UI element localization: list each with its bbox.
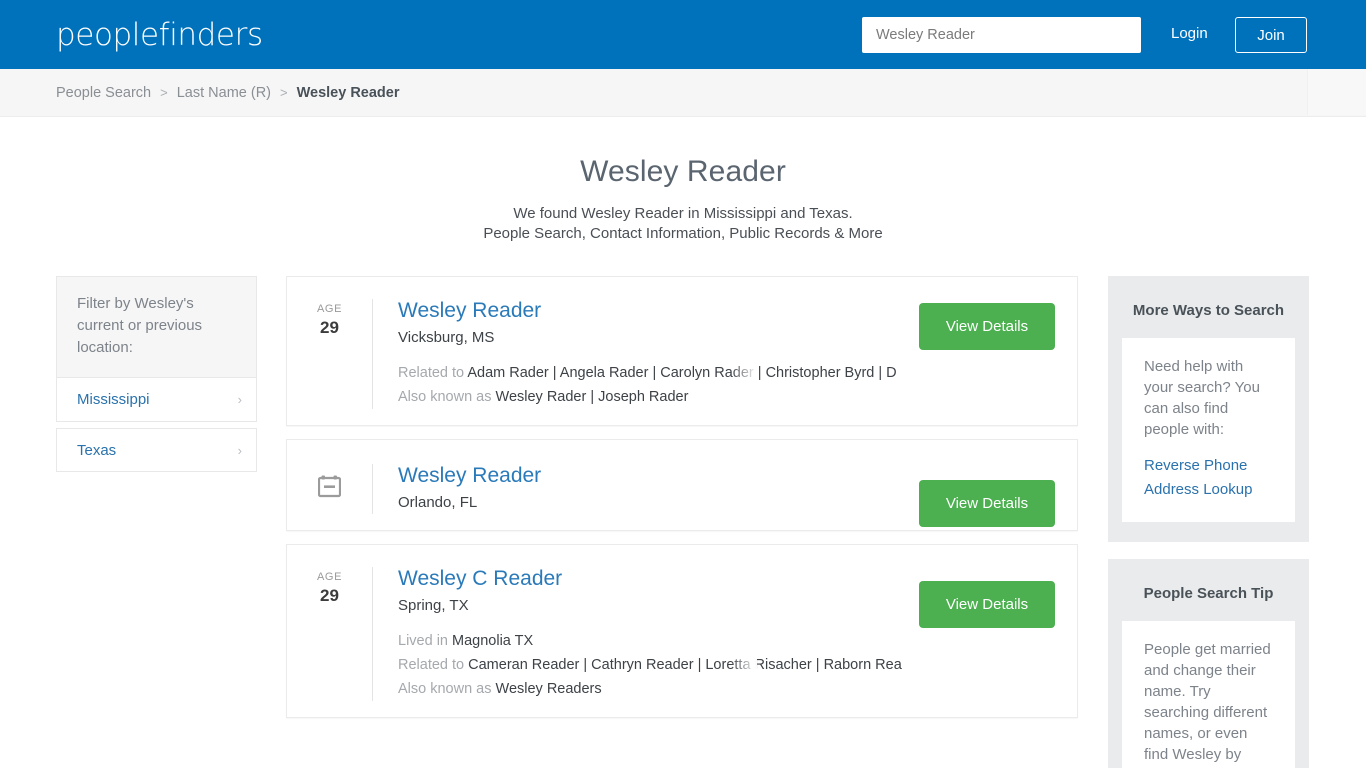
calendar-icon	[317, 475, 342, 504]
filter-item-label: Mississippi	[77, 391, 150, 408]
meta-value: Adam Rader | Angela Rader | Carolyn Rade…	[467, 365, 897, 381]
filter-item-label: Texas	[77, 441, 117, 459]
result-card[interactable]: Wesley Reader Orlando, FL View Details	[286, 439, 1078, 531]
meta-value: Wesley Rader | Joseph Rader	[495, 389, 689, 405]
page-header: Wesley Reader We found Wesley Reader in …	[0, 117, 1366, 243]
subtitle-line-2: People Search, Contact Information, Publ…	[483, 224, 883, 242]
tip-text: People get married and change their name…	[1144, 641, 1271, 768]
location-filter-panel: Filter by Wesley's current or previous l…	[56, 276, 257, 472]
filter-item-texas[interactable]: Texas ›	[56, 428, 257, 472]
chevron-right-icon: ›	[237, 392, 242, 407]
breadcrumb-bar: People Search > Last Name (R) > Wesley R…	[0, 69, 1366, 117]
meta-label: Related to	[398, 657, 465, 673]
breadcrumb-item-people-search[interactable]: People Search	[56, 85, 151, 101]
view-details-button[interactable]: View Details	[919, 581, 1055, 628]
person-name-link[interactable]: Wesley Reader	[398, 297, 541, 325]
meta-row: Also known as Wesley Rader | Joseph Rade…	[398, 385, 917, 409]
age-label: AGE	[316, 571, 343, 583]
person-info: Wesley Reader Vicksburg, MS Related to A…	[373, 297, 917, 409]
meta-row: Lived in Magnolia TX	[398, 629, 917, 653]
chevron-right-icon: ›	[237, 442, 242, 458]
person-location: Orlando, FL	[398, 494, 478, 511]
result-card[interactable]: AGE 29 Wesley Reader Vicksburg, MS Relat…	[286, 276, 1078, 426]
people-search-tip-box: People Search Tip People get married and…	[1108, 559, 1309, 768]
breadcrumb: People Search > Last Name (R) > Wesley R…	[56, 69, 400, 116]
meta-label: Lived in	[398, 633, 448, 649]
person-location: Spring, TX	[398, 597, 469, 614]
more-ways-title: More Ways to Search	[1132, 302, 1285, 319]
meta-row: Related to Cameran Reader | Cathryn Read…	[398, 653, 917, 677]
view-details-button[interactable]: View Details	[919, 303, 1055, 350]
age-column	[287, 462, 372, 514]
meta-row: Related to Adam Rader | Angela Rader | C…	[398, 361, 917, 385]
age-column: AGE 29	[287, 297, 372, 409]
filter-heading: Filter by Wesley's current or previous l…	[56, 276, 257, 378]
filter-item-mississippi[interactable]: Mississippi ›	[56, 378, 257, 422]
person-meta: Related to Adam Rader | Angela Rader | C…	[398, 361, 917, 409]
age-label: AGE	[316, 303, 343, 315]
person-info: Wesley C Reader Spring, TX Lived in Magn…	[373, 565, 917, 701]
more-ways-to-search-box: More Ways to Search Need help with your …	[1108, 276, 1309, 542]
breadcrumb-item-last-name[interactable]: Last Name (R)	[177, 85, 271, 101]
address-lookup-link[interactable]: Address Lookup	[1144, 478, 1273, 502]
person-info: Wesley Reader Orlando, FL	[373, 462, 917, 514]
results-list: AGE 29 Wesley Reader Vicksburg, MS Relat…	[286, 276, 1078, 731]
person-meta: Lived in Magnolia TX Related to Cameran …	[398, 629, 917, 701]
site-logo[interactable]: peoplefinders	[56, 16, 263, 54]
result-card[interactable]: AGE 29 Wesley C Reader Spring, TX Lived …	[286, 544, 1078, 718]
action-column: View Details	[917, 462, 1077, 527]
join-button[interactable]: Join	[1235, 17, 1307, 53]
age-value: 29	[320, 318, 339, 337]
login-link[interactable]: Login	[1171, 25, 1208, 42]
view-details-button[interactable]: View Details	[919, 480, 1055, 527]
site-header: peoplefinders Login Join	[0, 0, 1366, 69]
age-column: AGE 29	[287, 565, 372, 701]
meta-row: Also known as Wesley Readers	[398, 677, 917, 701]
page-subtitle: We found Wesley Reader in Mississippi an…	[0, 204, 1366, 243]
person-name-link[interactable]: Wesley Reader	[398, 462, 541, 490]
meta-label: Also known as	[398, 681, 492, 697]
age-value: 29	[320, 586, 339, 605]
right-sidebar: More Ways to Search Need help with your …	[1108, 276, 1309, 768]
reverse-phone-link[interactable]: Reverse Phone	[1144, 454, 1273, 478]
breadcrumb-separator: >	[160, 85, 168, 100]
breadcrumb-item-current: Wesley Reader	[296, 84, 400, 101]
meta-label: Also known as	[398, 389, 492, 405]
page-title: Wesley Reader	[580, 155, 786, 188]
action-column: View Details	[917, 565, 1077, 701]
subtitle-line-1: We found Wesley Reader in Mississippi an…	[513, 205, 853, 222]
meta-label: Related to	[398, 365, 465, 381]
more-ways-text: Need help with your search? You can also…	[1144, 358, 1260, 438]
person-location: Vicksburg, MS	[398, 329, 495, 346]
meta-value: Wesley Readers	[495, 681, 602, 697]
action-column: View Details	[917, 297, 1077, 409]
meta-value: Cameran Reader | Cathryn Reader | Lorett…	[468, 657, 902, 673]
search-input[interactable]	[862, 17, 1141, 53]
meta-value: Magnolia TX	[452, 633, 534, 649]
person-name-link[interactable]: Wesley C Reader	[398, 565, 562, 593]
breadcrumb-separator: >	[280, 85, 288, 100]
main-content: Filter by Wesley's current or previous l…	[0, 276, 1366, 768]
tip-title: People Search Tip	[1143, 585, 1274, 602]
